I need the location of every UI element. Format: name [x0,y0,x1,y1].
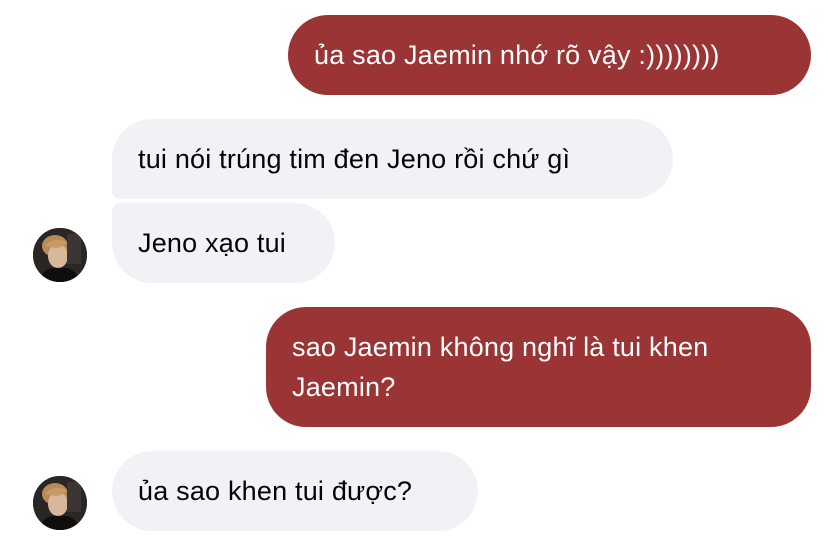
message-text: ủa sao khen tui được? [138,476,413,506]
contact-avatar[interactable] [33,228,87,282]
message-text: ủa sao Jaemin nhớ rõ vậy :)))))))) [314,40,720,70]
message-text: Jeno xạo tui [138,228,286,258]
received-message-bubble[interactable]: tui nói trúng tim đen Jeno rồi chứ gì [112,119,673,199]
sent-message-bubble[interactable]: ủa sao Jaemin nhớ rõ vậy :)))))))) [288,15,811,95]
received-message-bubble[interactable]: ủa sao khen tui được? [112,451,478,531]
contact-avatar-photo-icon [33,228,87,282]
message-text-line: Jaemin? [292,372,396,402]
sent-message-bubble[interactable]: sao Jaemin không nghĩ là tui khen Jaemin… [266,307,811,427]
received-message-bubble[interactable]: Jeno xạo tui [112,203,335,283]
contact-avatar[interactable] [33,476,87,530]
message-text-line: sao Jaemin không nghĩ là tui khen [292,332,709,362]
message-text: tui nói trúng tim đen Jeno rồi chứ gì [138,144,571,174]
contact-avatar-photo-icon [33,476,87,530]
